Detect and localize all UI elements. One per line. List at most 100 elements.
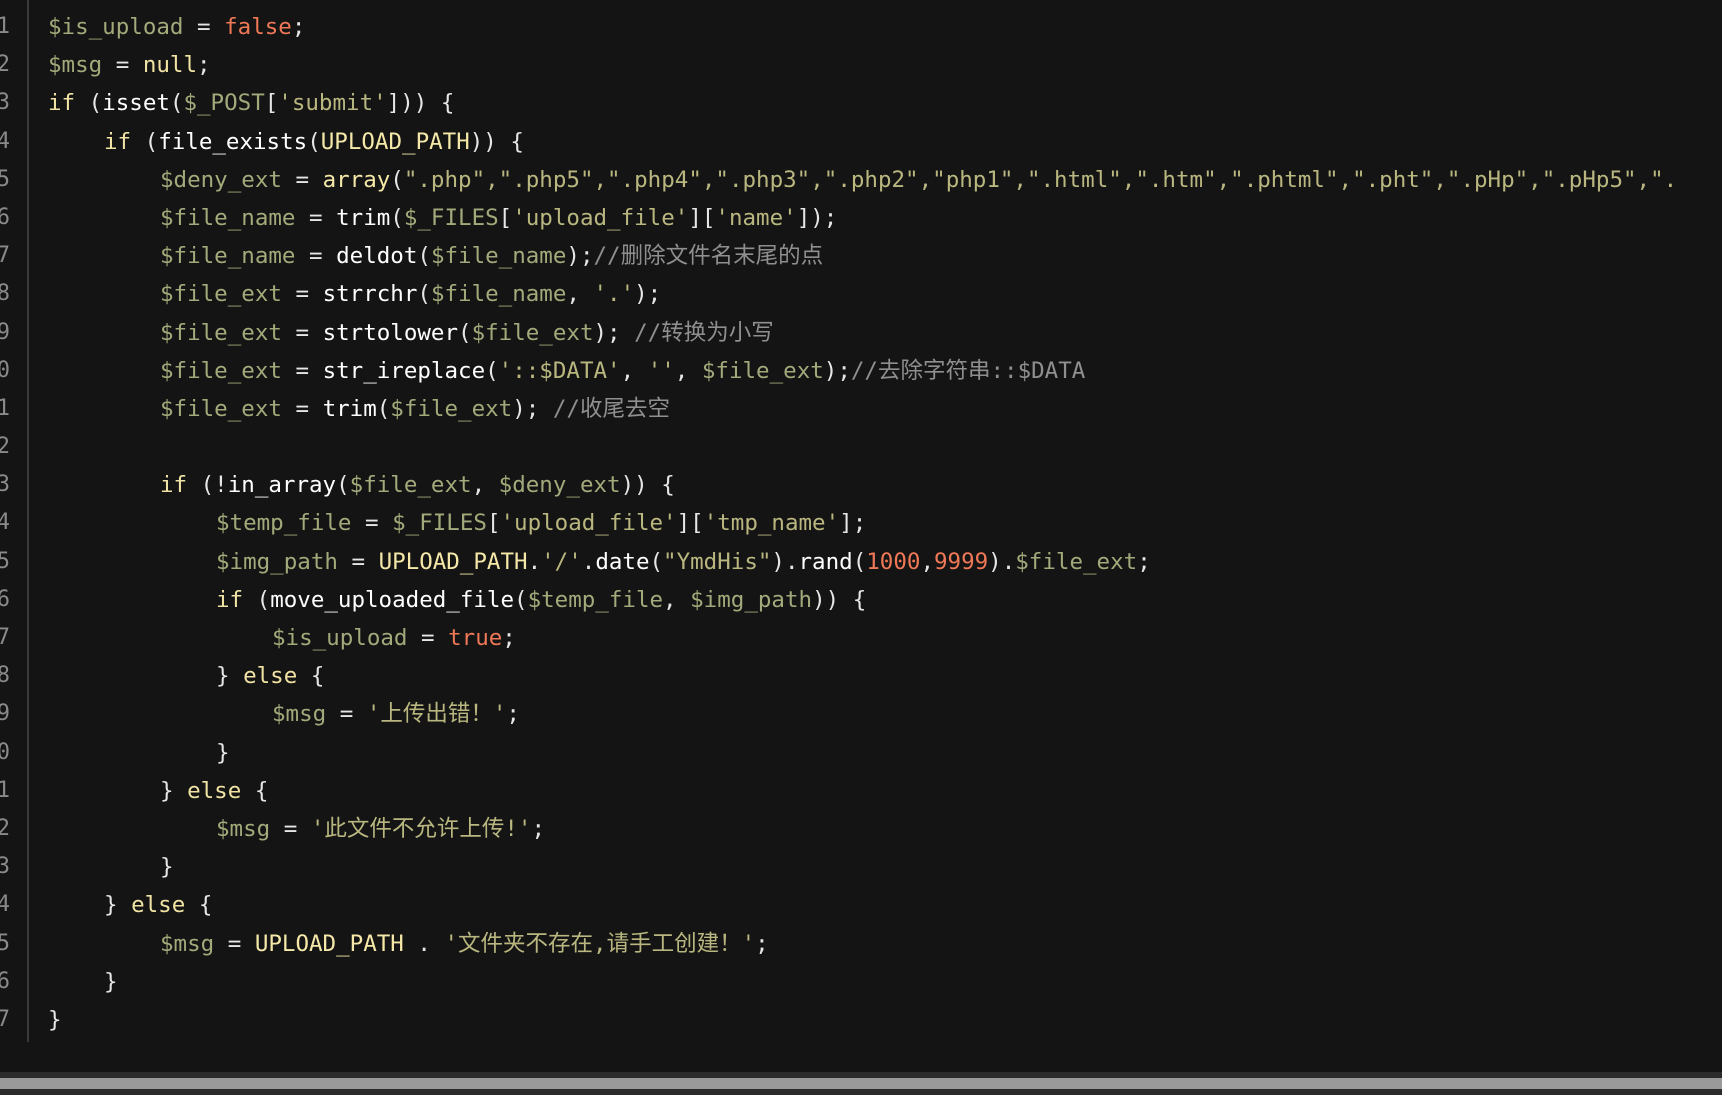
code-token: $is_upload xyxy=(48,14,184,40)
code-token: ( xyxy=(417,243,431,270)
line-number: 8 xyxy=(0,663,10,689)
code-token: ); xyxy=(593,319,635,346)
code-token: = xyxy=(270,815,311,842)
code-token: ); xyxy=(512,395,553,422)
code-editor[interactable]: 1 2 3 4 5 6 7 8 9 0 1 2 3 4 5 6 7 8 9 0 … xyxy=(0,0,1722,1072)
code-token: move_uploaded_file xyxy=(270,586,515,613)
code-token: $deny_ext xyxy=(498,472,621,499)
code-token: = xyxy=(281,357,323,384)
code-token: ( xyxy=(390,166,404,193)
code-line: $is_upload = false; xyxy=(48,8,1722,46)
code-token: ( xyxy=(169,90,184,117)
code-token: ; xyxy=(531,815,546,842)
code-token: $file_name xyxy=(430,281,567,308)
code-line: $img_path = UPLOAD_PATH.'/'.date("YmdHis… xyxy=(48,543,1722,581)
code-token: )) { xyxy=(469,128,524,155)
code-token: if xyxy=(216,586,244,613)
code-token: '此文件不允许上传!' xyxy=(310,815,532,842)
code-line: } else { xyxy=(48,772,1722,810)
code-token: ); xyxy=(634,281,662,308)
code-line: $file_ext = strtolower($file_ext); //转换为… xyxy=(48,314,1722,352)
code-token: )) { xyxy=(620,472,675,499)
code-token: '文件夹不存在,请手工创建！' xyxy=(444,930,756,957)
code-token: ; xyxy=(506,701,520,728)
gutter-divider xyxy=(27,0,29,1042)
code-token: ])) { xyxy=(386,90,455,117)
code-token: $file_ext xyxy=(160,395,282,422)
code-token: $temp_file xyxy=(216,510,352,537)
code-token: } xyxy=(160,854,174,881)
code-token: ( xyxy=(417,281,431,308)
code-token: $is_upload xyxy=(272,625,408,651)
line-number: 6 xyxy=(0,968,10,994)
code-token: $file_name xyxy=(160,243,296,270)
code-token: , xyxy=(674,357,702,384)
code-token: $deny_ext xyxy=(160,166,282,193)
code-line: $msg = '上传出错！'; xyxy=(48,695,1722,733)
code-token: UPLOAD_PATH xyxy=(254,930,404,957)
code-token: . xyxy=(527,548,542,575)
code-token: ; xyxy=(1137,548,1151,575)
code-line: } xyxy=(48,848,1722,886)
line-number: 2 xyxy=(0,52,10,78)
horizontal-scrollbar[interactable] xyxy=(0,1072,1722,1095)
line-number: 2 xyxy=(0,434,10,460)
code-token: , xyxy=(920,548,934,575)
code-token: ]); xyxy=(796,204,838,231)
code-token: ( xyxy=(131,128,159,155)
code-token: '::$DATA' xyxy=(498,357,621,384)
code-token: ( xyxy=(649,548,664,575)
code-token: $temp_file xyxy=(527,586,664,613)
line-number: 1 xyxy=(0,14,10,39)
code-token: ; xyxy=(755,930,769,957)
line-number: 6 xyxy=(0,586,10,612)
code-token: in_array xyxy=(227,472,337,499)
code-token: $img_path xyxy=(690,586,813,613)
code-token: ( xyxy=(458,319,472,346)
code-token: false xyxy=(224,14,292,40)
line-number: 3 xyxy=(0,90,10,116)
code-token: date xyxy=(595,548,650,575)
code-token: trim xyxy=(336,204,391,231)
code-token: $msg xyxy=(48,52,103,79)
code-token: = xyxy=(295,243,337,270)
line-number: 6 xyxy=(0,204,10,230)
code-token: else xyxy=(243,663,298,690)
code-token: $img_path xyxy=(216,548,338,575)
code-comment: //转换为小写 xyxy=(634,319,774,346)
code-token: deldot xyxy=(336,243,418,270)
code-token: ); xyxy=(566,243,594,270)
code-token: "YmdHis" xyxy=(663,548,772,575)
code-token: } xyxy=(104,892,132,919)
code-token: rand xyxy=(798,548,853,575)
code-line: } else { xyxy=(48,886,1722,924)
code-line: $file_ext = trim($file_ext); //收尾去空 xyxy=(48,390,1722,428)
code-line: $is_upload = true; xyxy=(48,619,1722,657)
code-line: if (isset($_POST['submit'])) { xyxy=(48,84,1722,122)
code-token: true xyxy=(448,625,503,651)
code-token: strrchr xyxy=(322,281,418,308)
code-token: 'upload_file' xyxy=(512,204,689,231)
code-token: ( xyxy=(485,357,499,384)
code-line: if (file_exists(UPLOAD_PATH)) { xyxy=(48,123,1722,161)
code-token: ); xyxy=(823,357,851,384)
code-line: $temp_file = $_FILES['upload_file']['tmp… xyxy=(48,504,1722,542)
line-number: 5 xyxy=(0,930,10,956)
code-token: ".php",".php5",".php4",".php3",".php2","… xyxy=(403,166,1678,193)
code-token: = xyxy=(214,930,255,957)
line-number: 1 xyxy=(0,395,10,421)
code-content[interactable]: $is_upload = false; $msg = null; if (iss… xyxy=(48,8,1722,1039)
code-token: = xyxy=(407,625,449,651)
code-token: [ xyxy=(264,90,279,117)
code-line: $file_name = trim($_FILES['upload_file']… xyxy=(48,199,1722,237)
scrollbar-thumb[interactable] xyxy=(0,1078,1722,1089)
line-number: 0 xyxy=(0,357,10,383)
code-line: } xyxy=(48,963,1722,1001)
code-token: ][ xyxy=(688,204,716,231)
code-token: = xyxy=(337,548,379,575)
code-token: 'name' xyxy=(715,204,797,231)
code-token: { xyxy=(297,663,325,690)
code-token: ( xyxy=(243,586,271,613)
code-line: if (!in_array($file_ext, $deny_ext)) { xyxy=(48,466,1722,504)
code-token: ; xyxy=(197,52,211,79)
